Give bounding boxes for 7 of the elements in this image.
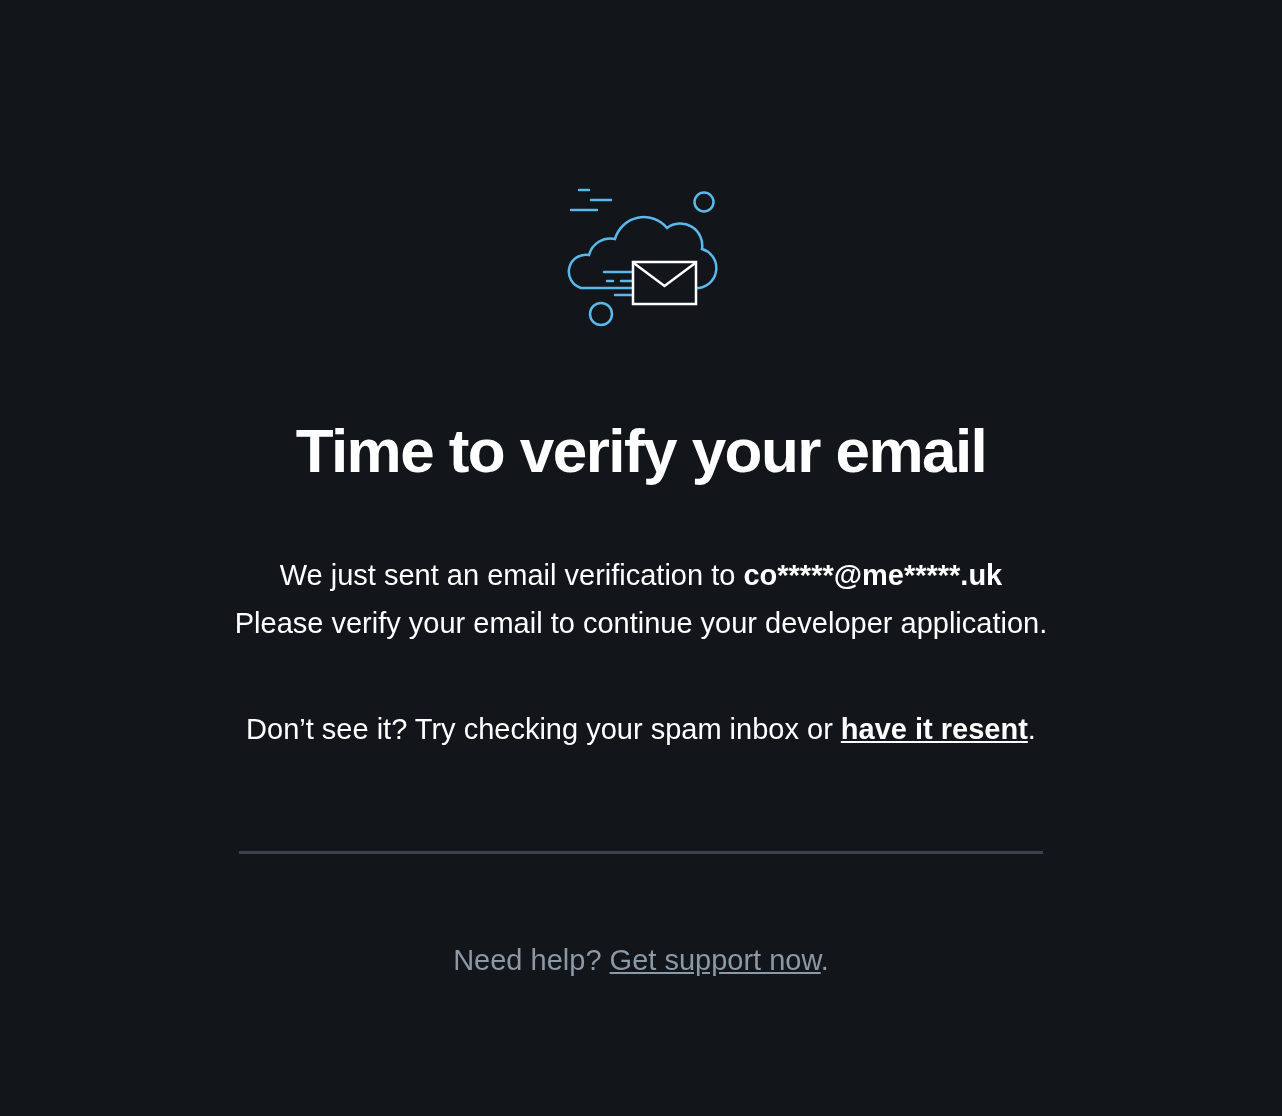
resend-text: Don’t see it? Try checking your spam inbox or have it resent.: [246, 712, 1036, 747]
page-heading: Time to verify your email: [295, 415, 987, 487]
message-text: Please verify your email to continue your developer application.: [234, 606, 1048, 641]
help-text: Need help? Get support now.: [453, 943, 829, 978]
message-text: We just sent an email verification to co*****@me*****.uk: [279, 558, 1003, 593]
resend-link[interactable]: have it resent: [840, 713, 1028, 745]
support-link[interactable]: Get support now: [609, 944, 821, 976]
